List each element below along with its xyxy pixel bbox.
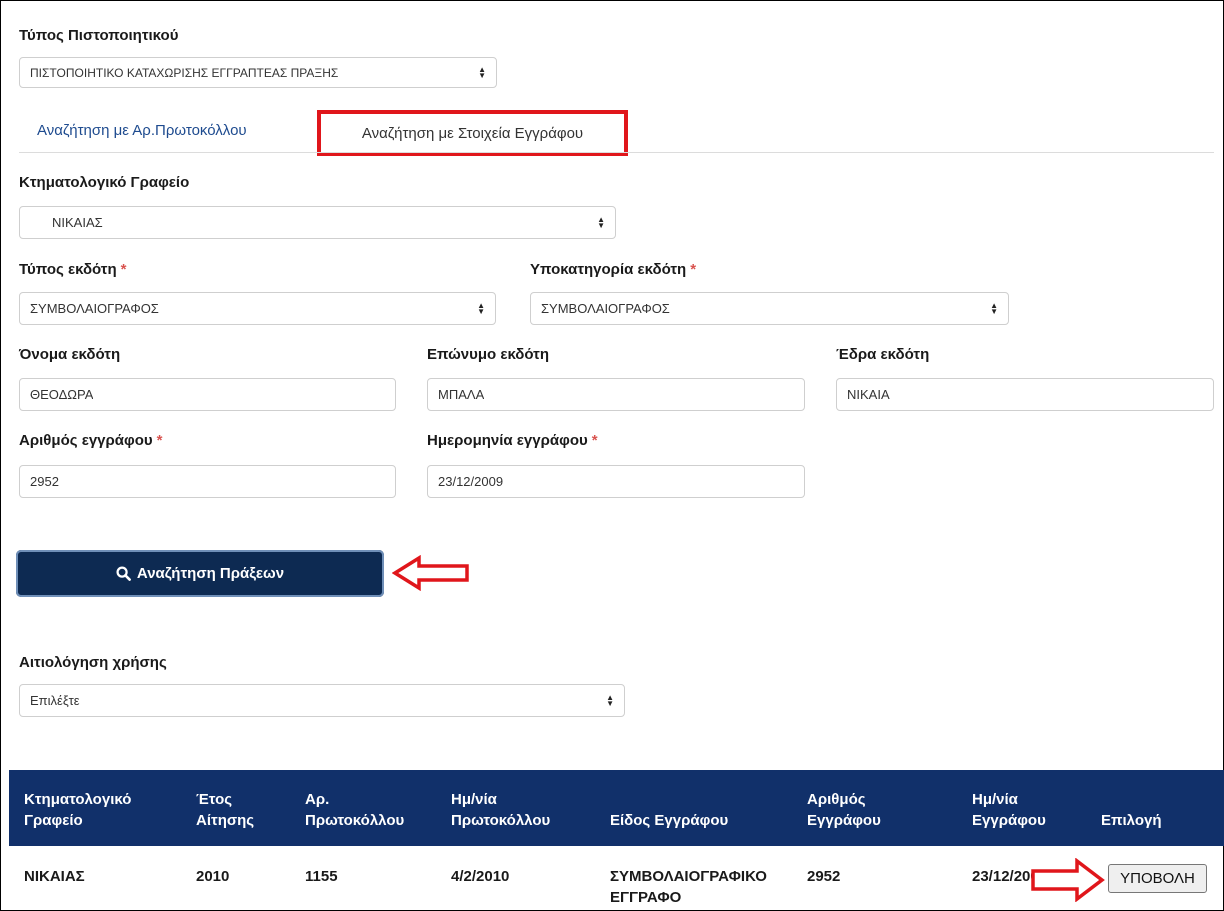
th-doc-date: Ημ/νία Εγγράφου bbox=[972, 791, 1046, 829]
cert-type-select[interactable]: ΠΙΣΤΟΠΟΙΗΤΙΚΟ ΚΑΤΑΧΩΡΙΣΗΣ ΕΓΓΡΑΠΤΕΑΣ ΠΡΑ… bbox=[19, 57, 497, 88]
usage-reason-value: Επιλέξτε bbox=[30, 693, 80, 708]
cell-protocol-date: 4/2/2010 bbox=[451, 868, 510, 885]
search-acts-label: Αναζήτηση Πράξεων bbox=[136, 565, 285, 582]
tab-by-document[interactable]: Αναζήτηση με Στοιχεία Εγγράφου bbox=[317, 110, 628, 156]
th-select: Επιλογή bbox=[1101, 812, 1162, 829]
doc-number-input[interactable]: 2952 bbox=[19, 465, 396, 498]
office-select[interactable]: ΝΙΚΑΙΑΣ ▲ ▼ bbox=[19, 206, 616, 239]
issuer-last-name-input[interactable]: ΜΠΑΛΑ bbox=[427, 378, 805, 411]
results-table-header: Κτηματολογικό Γραφείο Έτος Αίτησης Αρ. Πρωτ… bbox=[9, 770, 1224, 846]
doc-date-label: Ημερομηνία εγγράφου * bbox=[427, 432, 598, 449]
select-arrows-icon: ▲ ▼ bbox=[606, 692, 614, 708]
cell-doc-type: ΣΥΜΒΟΛΑΙΟΓΡΑΦΙΚΟ ΕΓΓΡΑΦΟ bbox=[610, 868, 767, 906]
issuer-type-select[interactable]: ΣΥΜΒΟΛΑΙΟΓΡΑΦΟΣ ▲ ▼ bbox=[19, 292, 496, 325]
search-acts-button[interactable]: Αναζήτηση Πράξεων bbox=[16, 550, 384, 597]
tab-by-document-label: Αναζήτηση με Στοιχεία Εγγράφου bbox=[361, 124, 584, 142]
th-year: Έτος Αίτησης bbox=[196, 791, 255, 829]
issuer-type-label: Τύπος εκδότη * bbox=[19, 261, 127, 278]
annotation-arrow-icon bbox=[392, 555, 469, 591]
th-doc-type: Είδος Εγγράφου bbox=[610, 812, 729, 829]
th-doc-no: Αριθμός Εγγράφου bbox=[807, 791, 881, 829]
cell-office: ΝΙΚΑΙΑΣ bbox=[24, 868, 85, 885]
cell-year: 2010 bbox=[196, 868, 230, 885]
th-office: Κτηματολογικό Γραφείο bbox=[24, 791, 132, 829]
select-arrows-icon: ▲ ▼ bbox=[597, 214, 605, 230]
th-protocol-date: Ημ/νία Πρωτοκόλλου bbox=[451, 791, 551, 829]
select-arrows-icon: ▲ ▼ bbox=[478, 64, 486, 80]
issuer-subcategory-select[interactable]: ΣΥΜΒΟΛΑΙΟΓΡΑΦΟΣ ▲ ▼ bbox=[530, 292, 1009, 325]
doc-number-label: Αριθμός εγγράφου * bbox=[19, 432, 163, 449]
doc-date-input[interactable]: 23/12/2009 bbox=[427, 465, 805, 498]
annotation-arrow-icon bbox=[1031, 858, 1105, 902]
tabs-divider bbox=[19, 152, 1214, 153]
issuer-type-value: ΣΥΜΒΟΛΑΙΟΓΡΑΦΟΣ bbox=[30, 301, 159, 316]
issuer-first-name-label: Όνομα εκδότη bbox=[19, 346, 121, 363]
cell-doc-no: 2952 bbox=[807, 868, 841, 885]
usage-reason-select[interactable]: Επιλέξτε ▲ ▼ bbox=[19, 684, 625, 717]
office-value: ΝΙΚΑΙΑΣ bbox=[52, 215, 103, 230]
usage-reason-label: Αιτιολόγηση χρήσης bbox=[19, 654, 167, 671]
cert-type-value: ΠΙΣΤΟΠΟΙΗΤΙΚΟ ΚΑΤΑΧΩΡΙΣΗΣ ΕΓΓΡΑΠΤΕΑΣ ΠΡΑ… bbox=[30, 65, 339, 80]
issuer-last-name-label: Επώνυμο εκδότη bbox=[427, 346, 550, 363]
search-icon bbox=[116, 566, 131, 581]
issuer-seat-input[interactable]: ΝΙΚΑΙΑ bbox=[836, 378, 1214, 411]
cell-protocol-no: 1155 bbox=[305, 868, 338, 885]
issuer-subcategory-value: ΣΥΜΒΟΛΑΙΟΓΡΑΦΟΣ bbox=[541, 301, 670, 316]
submit-button[interactable]: ΥΠΟΒΟΛΗ bbox=[1108, 864, 1207, 893]
cert-type-label: Τύπος Πιστοποιητικού bbox=[19, 27, 179, 44]
office-label: Κτηματολογικό Γραφείο bbox=[19, 174, 190, 191]
select-arrows-icon: ▲ ▼ bbox=[477, 300, 485, 316]
issuer-subcategory-label: Υποκατηγορία εκδότη * bbox=[530, 261, 697, 278]
th-protocol-no: Αρ. Πρωτοκόλλου bbox=[305, 791, 405, 829]
issuer-first-name-input[interactable]: ΘΕΟΔΩΡΑ bbox=[19, 378, 396, 411]
tab-by-protocol[interactable]: Αναζήτηση με Αρ.Πρωτοκόλλου bbox=[37, 122, 247, 139]
issuer-seat-label: Έδρα εκδότη bbox=[836, 346, 930, 363]
select-arrows-icon: ▲ ▼ bbox=[990, 300, 998, 316]
